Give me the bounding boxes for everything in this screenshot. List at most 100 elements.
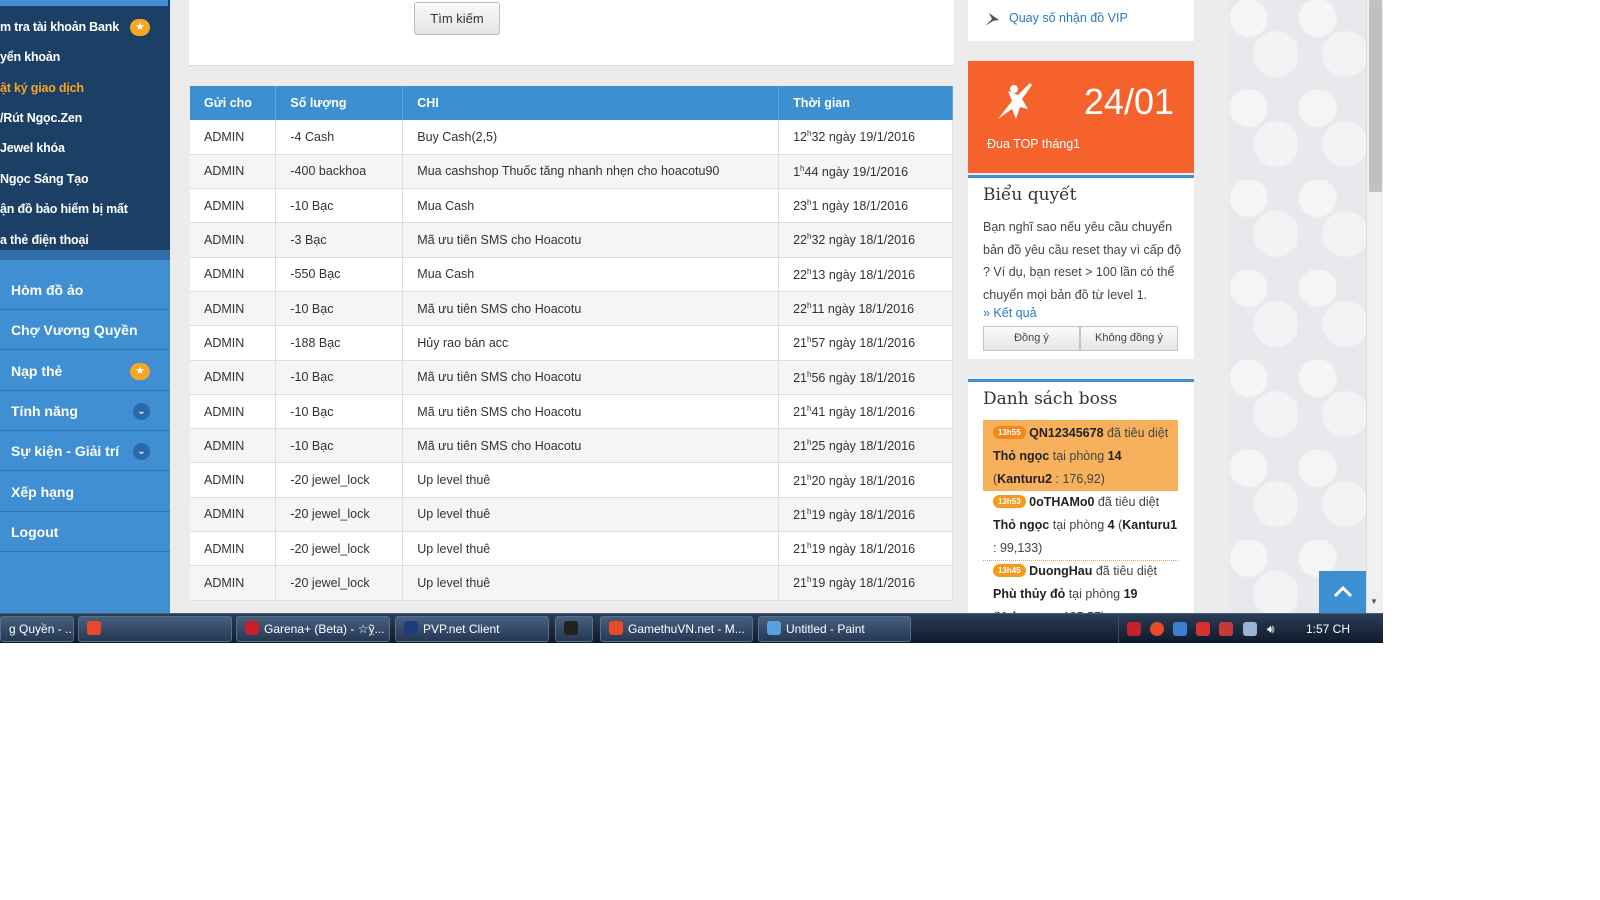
left-sidebar: m tra tài khoản Bank ★ yển khoản ật ký giao… xyxy=(0,0,170,613)
cell-time: 21h20 ngày 18/1/2016 xyxy=(778,462,953,498)
app-icon xyxy=(564,621,578,635)
sidebar-item[interactable]: Xếp hạng xyxy=(0,473,170,512)
taskbar-window-button[interactable]: GamethuVN.net - M... xyxy=(600,616,753,642)
time-hour: 21 xyxy=(793,336,807,351)
chevron-down-icon[interactable]: ⌄ xyxy=(133,402,150,420)
sidebar-subitem[interactable]: m tra tài khoản Bank ★ xyxy=(0,16,150,38)
sidebar-subitem[interactable]: /Rút Ngọc.Zen xyxy=(0,107,82,129)
right-column: Quay số nhận đồ VIP 24/01 Đua TOP tháng1… xyxy=(968,0,1194,613)
taskbar-window-button[interactable]: Untitled - Paint xyxy=(758,616,911,642)
boss-player[interactable]: DuongHau xyxy=(1029,564,1092,578)
boss-verb: đã tiêu diệt xyxy=(1092,564,1157,578)
cell-recipient: ADMIN xyxy=(190,120,277,155)
vip-lottery-link[interactable]: Quay số nhận đồ VIP xyxy=(1009,11,1128,25)
cell-recipient: ADMIN xyxy=(190,428,277,464)
taskbar-clock[interactable]: 1:57 CH xyxy=(1306,614,1350,643)
sidebar-subitem[interactable]: ận đồ bảo hiểm bị mất xyxy=(0,198,128,220)
network-tray-icon[interactable] xyxy=(1243,622,1257,636)
sidebar-item-label: Nạp thẻ xyxy=(11,362,63,379)
taskbar-window-button[interactable] xyxy=(555,616,593,642)
vote-agree-button[interactable]: Đồng ý xyxy=(983,326,1080,351)
sidebar-item[interactable]: Chợ Vương Quyền xyxy=(0,311,170,351)
poll-results-link[interactable]: » Kết quả xyxy=(983,306,1037,320)
sidebar-subitem-label: ật ký giao dịch xyxy=(0,81,84,95)
boss-player[interactable]: 0oTHAMo0 xyxy=(1029,495,1094,509)
sidebar-subitem-label: m tra tài khoản Bank xyxy=(0,20,119,34)
cell-amount: -20 jewel_lock xyxy=(275,531,404,567)
system-tray: 🔊︎ 1:57 CH xyxy=(1118,614,1383,643)
header-time: Thời gian xyxy=(778,86,953,120)
app-icon xyxy=(245,621,259,635)
sidebar-subitem-label: ận đồ bảo hiểm bị mất xyxy=(0,202,128,216)
table-row: ADMIN -20 jewel_lock Up level thuê 21h20 ng… xyxy=(190,462,953,498)
boss-verb: đã tiêu diệt xyxy=(1094,495,1160,509)
taskbar-button-label: Garena+ (Beta) - ☆ỵ̃... xyxy=(264,622,385,636)
app-icon xyxy=(609,621,623,635)
table-row: ADMIN -10 Bạc Mã ưu tiên SMS cho Hoacotu 21… xyxy=(190,394,953,430)
table-row: ADMIN -400 backhoa Mua cashshop Thuốc tăng… xyxy=(190,154,953,190)
sidebar-subitem[interactable]: ật ký giao dịch xyxy=(0,77,84,99)
boss-map: Kanturu2 xyxy=(997,472,1053,486)
table-row: ADMIN -10 Bạc Mã ưu tiên SMS cho Hoacotu 22… xyxy=(190,291,953,327)
shield-tray-icon[interactable] xyxy=(1173,622,1187,636)
boss-name: Phù thủy đỏ xyxy=(993,587,1066,601)
spin-arrow-icon xyxy=(985,13,999,26)
table-row: ADMIN -20 jewel_lock Up level thuê 21h19 ng… xyxy=(190,497,953,533)
boss-room: 4 xyxy=(1107,518,1115,532)
sidebar-subitem[interactable]: Jewel khóa xyxy=(0,137,65,159)
garena-tray-icon[interactable] xyxy=(1127,622,1141,636)
sidebar-item[interactable]: Logout xyxy=(0,513,170,552)
taskbar-window-button[interactable]: g Quyền - ... xyxy=(0,616,74,642)
sidebar-subitem-label: yển khoản xyxy=(0,50,61,64)
taskbar-window-button[interactable]: PVP.net Client xyxy=(395,616,549,642)
sidebar-subitem[interactable]: yển khoản xyxy=(0,46,60,68)
scrollbar-thumb[interactable] xyxy=(1369,0,1382,192)
cell-description: Mã ưu tiên SMS cho Hoacotu xyxy=(402,222,780,258)
taskbar-window-button[interactable]: Garena+ (Beta) - ☆ỵ̃... xyxy=(236,616,390,642)
app-tray-icon[interactable] xyxy=(1196,622,1210,636)
cell-description: Hủy rao bán acc xyxy=(402,325,780,361)
cell-time: 21h19 ngày 18/1/2016 xyxy=(778,497,953,533)
search-button[interactable]: Tìm kiếm xyxy=(414,2,500,35)
sidebar-subitem[interactable]: Ngọc Sáng Tạo xyxy=(0,168,89,190)
vote-disagree-button[interactable]: Không đồng ý xyxy=(1080,326,1178,351)
time-hour: 23 xyxy=(793,199,807,214)
cell-recipient: ADMIN xyxy=(190,154,277,190)
table-row: ADMIN -20 jewel_lock Up level thuê 21h19 ng… xyxy=(190,531,953,567)
cell-recipient: ADMIN xyxy=(190,188,277,224)
cell-time: 21h57 ngày 18/1/2016 xyxy=(778,325,953,361)
cell-amount: -10 Bạc xyxy=(275,360,404,395)
sidebar-item[interactable]: Hòm đồ ảo xyxy=(0,271,170,310)
chevron-down-icon[interactable]: ⌄ xyxy=(133,443,150,461)
taskbar-window-button[interactable] xyxy=(78,616,232,642)
page-scrollbar[interactable]: ▼ xyxy=(1366,0,1383,613)
cell-time: 1h44 ngày 19/1/2016 xyxy=(778,154,953,190)
back-to-top-button[interactable] xyxy=(1319,571,1366,613)
table-row: ADMIN -3 Bạc Mã ưu tiên SMS cho Hoacotu 22h… xyxy=(190,222,953,258)
boss-list-title: Danh sách boss xyxy=(983,389,1118,409)
table-header-row: Gửi cho Số lượng CHI Thời gian xyxy=(190,86,953,120)
boss-player[interactable]: QN12345678 xyxy=(1029,426,1103,440)
browser-tray-icon[interactable] xyxy=(1150,622,1164,636)
cell-amount: -4 Cash xyxy=(275,120,404,155)
chevron-up-icon xyxy=(1333,585,1352,597)
cell-recipient: ADMIN xyxy=(190,462,277,498)
sidebar-subitem[interactable]: a thẻ điện thoại xyxy=(0,229,89,251)
vip-lottery-box: Quay số nhận đồ VIP xyxy=(968,0,1194,41)
update-tray-icon[interactable] xyxy=(1219,622,1233,636)
scroll-down-arrow-icon[interactable]: ▼ xyxy=(1370,597,1378,606)
windows-taskbar: g Quyền - ... Garena+ (Beta) - ☆ỵ̃... PVP.… xyxy=(0,613,1383,643)
table-row: ADMIN -10 Bạc Mua Cash 23h1 ngày 18/1/2016 xyxy=(190,188,953,224)
sidebar-item[interactable]: Nạp thẻ ★ xyxy=(0,352,170,391)
cell-amount: -10 Bạc xyxy=(275,394,404,430)
sidebar-item[interactable]: Sự kiện - Giải trí ⌄ xyxy=(0,432,170,472)
boss-room-text: tại phòng xyxy=(1065,587,1124,601)
volume-icon[interactable]: 🔊︎ xyxy=(1267,622,1281,636)
sidebar-item[interactable]: Tính năng ⌄ xyxy=(0,392,170,431)
poll-title: Biểu quyết xyxy=(983,185,1077,205)
sidebar-subitem-label: Ngọc Sáng Tạo xyxy=(0,172,89,186)
boss-room: 14 xyxy=(1107,449,1122,463)
sidebar-subitem-label: /Rút Ngọc.Zen xyxy=(0,111,83,125)
cell-amount: -10 Bạc xyxy=(275,188,404,224)
top-race-banner[interactable]: 24/01 Đua TOP tháng1 xyxy=(968,61,1194,173)
